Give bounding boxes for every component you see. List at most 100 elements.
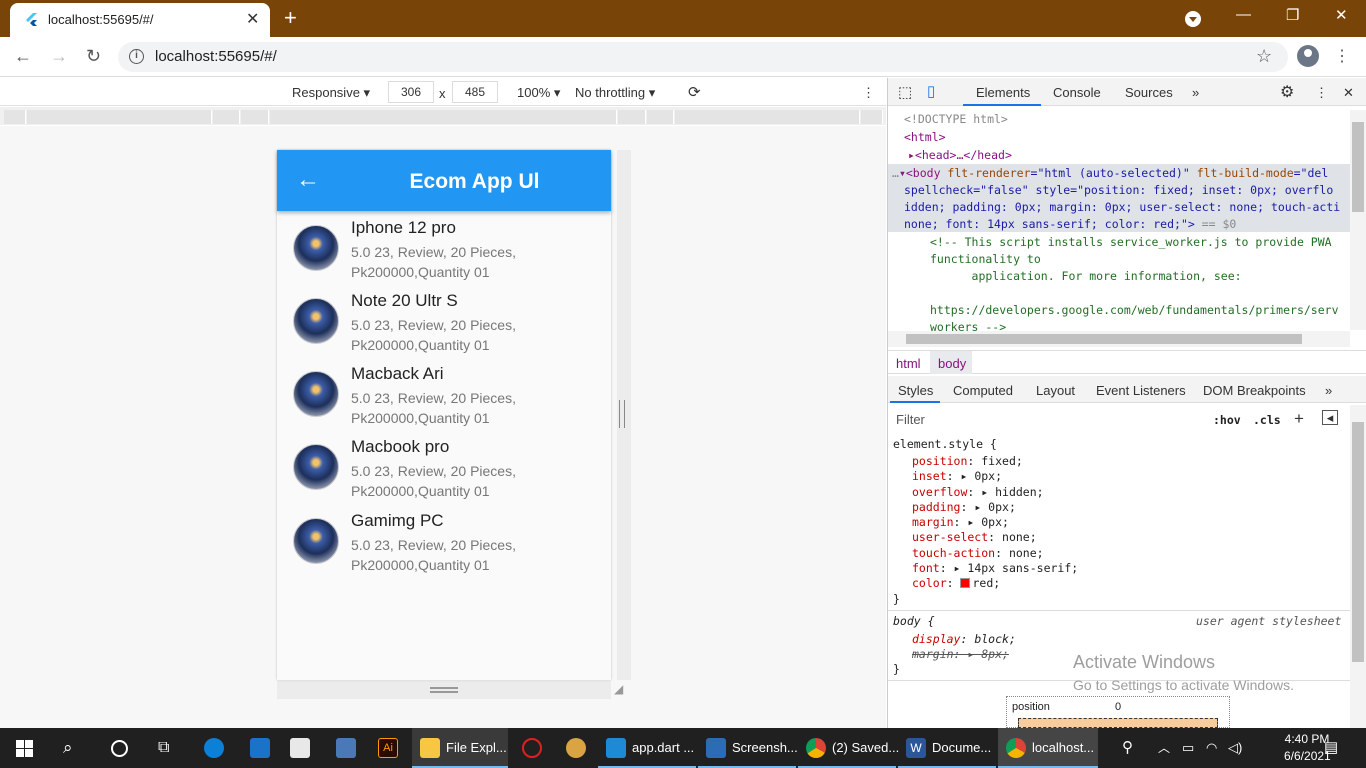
- taskbar-chrome-saved[interactable]: (2) Saved...: [832, 728, 899, 768]
- css-rule[interactable]: margin: ▸ 0px;: [912, 515, 1009, 529]
- media-query-segment[interactable]: [618, 110, 646, 124]
- taskbar-file-explorer[interactable]: File Expl...: [446, 728, 507, 768]
- resize-corner-icon[interactable]: ◢: [614, 682, 623, 696]
- list-item[interactable]: Iphone 12 pro 5.0 23, Review, 20 Pieces,…: [277, 211, 611, 284]
- styles-scroll-thumb[interactable]: [1352, 422, 1364, 662]
- styles-filter-input[interactable]: Filter: [890, 407, 1200, 429]
- media-query-segment[interactable]: [270, 110, 617, 124]
- tab-dom-breakpoints[interactable]: DOM Breakpoints: [1203, 383, 1306, 398]
- chrome-icon[interactable]: [1006, 738, 1026, 758]
- photos-icon[interactable]: [706, 738, 726, 758]
- cls-toggle[interactable]: .cls: [1253, 413, 1281, 427]
- resize-handle-right[interactable]: [619, 400, 625, 428]
- profile-menu-icon[interactable]: [1185, 11, 1201, 27]
- css-rule[interactable]: user-select: none;: [912, 530, 1037, 544]
- search-icon[interactable]: ⌕: [63, 728, 73, 768]
- devtools-close-icon[interactable]: ✕: [1343, 85, 1354, 101]
- bookmark-star-icon[interactable]: ☆: [1256, 46, 1272, 67]
- mail-icon[interactable]: [250, 738, 270, 758]
- resize-handle-bottom[interactable]: [430, 687, 458, 693]
- browser-tab[interactable]: localhost:55695/#/ ✕: [10, 3, 270, 37]
- media-query-segment[interactable]: [675, 110, 860, 124]
- height-input[interactable]: 485: [452, 81, 498, 103]
- dom-hscroll-thumb[interactable]: [906, 334, 1302, 344]
- back-icon[interactable]: ←: [14, 46, 32, 67]
- tab-close-icon[interactable]: ✕: [246, 9, 259, 29]
- media-query-segment[interactable]: [4, 110, 26, 124]
- task-view-icon[interactable]: ⧉: [158, 728, 169, 768]
- media-query-segment[interactable]: [241, 110, 269, 124]
- notifications-icon[interactable]: ▤: [1324, 728, 1338, 768]
- css-rule[interactable]: position: fixed;: [912, 454, 1023, 468]
- word-icon[interactable]: W: [906, 738, 926, 758]
- throttling-select[interactable]: No throttling ▾: [575, 85, 655, 101]
- chrome-menu-icon[interactable]: ⋮: [1334, 46, 1350, 66]
- tab-elements[interactable]: Elements: [976, 85, 1030, 100]
- css-rule[interactable]: font: ▸ 14px sans-serif;: [912, 561, 1078, 575]
- dom-html[interactable]: <html>: [904, 130, 946, 144]
- store-icon[interactable]: [290, 738, 310, 758]
- tab-sources[interactable]: Sources: [1125, 85, 1173, 100]
- wifi-icon[interactable]: ◠: [1206, 728, 1217, 768]
- app-icon[interactable]: [336, 738, 356, 758]
- media-query-segment[interactable]: [861, 110, 883, 124]
- tab-computed[interactable]: Computed: [953, 383, 1013, 398]
- tab-styles[interactable]: Styles: [898, 383, 933, 398]
- device-toggle-icon[interactable]: ▯: [927, 82, 935, 100]
- list-item[interactable]: Note 20 Ultr S 5.0 23, Review, 20 Pieces…: [277, 284, 611, 357]
- address-bar[interactable]: i localhost:55695/#/: [118, 42, 1288, 72]
- color-swatch[interactable]: [960, 578, 971, 588]
- new-tab-icon[interactable]: +: [284, 5, 297, 31]
- illustrator-icon[interactable]: Ai: [378, 738, 398, 758]
- media-query-segment[interactable]: [213, 110, 240, 124]
- css-rule[interactable]: padding: ▸ 0px;: [912, 500, 1016, 514]
- reload-icon[interactable]: ↻: [86, 46, 101, 67]
- app-icon[interactable]: [566, 738, 586, 758]
- settings-gear-icon[interactable]: ⚙: [1280, 82, 1294, 102]
- forward-icon[interactable]: →: [50, 46, 68, 67]
- chrome-icon[interactable]: [806, 738, 826, 758]
- new-rule-icon[interactable]: +: [1294, 409, 1304, 429]
- more-tabs-icon[interactable]: »: [1192, 85, 1199, 100]
- list-item[interactable]: Macback Ari 5.0 23, Review, 20 Pieces, Pk…: [277, 357, 611, 430]
- info-icon[interactable]: i: [129, 49, 144, 64]
- windows-start-icon[interactable]: [16, 740, 33, 757]
- toggle-sidebar-icon[interactable]: ◂: [1322, 410, 1338, 425]
- media-query-segment[interactable]: [27, 110, 212, 124]
- taskbar-vscode[interactable]: app.dart ...: [632, 728, 694, 768]
- width-input[interactable]: 306: [388, 81, 434, 103]
- media-query-segment[interactable]: [647, 110, 674, 124]
- tab-event-listeners[interactable]: Event Listeners: [1096, 383, 1186, 398]
- taskbar-screenshot[interactable]: Screensh...: [732, 728, 798, 768]
- more-styles-tabs-icon[interactable]: »: [1325, 383, 1332, 398]
- cortana-icon[interactable]: [111, 740, 128, 757]
- vscode-icon[interactable]: [606, 738, 626, 758]
- minimize-icon[interactable]: —: [1236, 6, 1251, 23]
- list-item[interactable]: Gamimg PC 5.0 23, Review, 20 Pieces, Pk20…: [277, 504, 611, 577]
- dom-head[interactable]: ▸<head>…</head>: [908, 148, 1012, 162]
- file-explorer-icon[interactable]: [420, 738, 440, 758]
- avatar[interactable]: [1297, 45, 1319, 67]
- devtools-menu-icon[interactable]: ⋮: [1315, 85, 1328, 101]
- volume-icon[interactable]: ◁): [1228, 728, 1242, 768]
- tab-layout[interactable]: Layout: [1036, 383, 1075, 398]
- hov-toggle[interactable]: :hov: [1213, 413, 1241, 427]
- css-rule[interactable]: touch-action: none;: [912, 546, 1044, 560]
- people-icon[interactable]: ⚲: [1122, 728, 1133, 768]
- breadcrumb-html[interactable]: html: [896, 356, 921, 371]
- tray-chevron-icon[interactable]: ︿: [1158, 728, 1170, 768]
- css-rule[interactable]: color: red;: [912, 576, 1000, 590]
- breadcrumb-body[interactable]: body: [938, 356, 966, 371]
- dom-scroll-thumb[interactable]: [1352, 122, 1364, 212]
- tab-console[interactable]: Console: [1053, 85, 1101, 100]
- device-mode-select[interactable]: Responsive ▾: [292, 85, 370, 101]
- rotate-icon[interactable]: ⟳: [688, 83, 701, 101]
- app-icon[interactable]: [522, 738, 542, 758]
- device-more-icon[interactable]: ⋮: [862, 85, 875, 101]
- edge-icon[interactable]: [204, 738, 224, 758]
- css-rule[interactable]: overflow: ▸ hidden;: [912, 485, 1044, 499]
- zoom-select[interactable]: 100% ▾: [517, 85, 560, 101]
- window-close-icon[interactable]: ✕: [1335, 6, 1348, 24]
- inspect-icon[interactable]: ⬚: [898, 83, 912, 101]
- battery-icon[interactable]: ▭: [1182, 728, 1194, 768]
